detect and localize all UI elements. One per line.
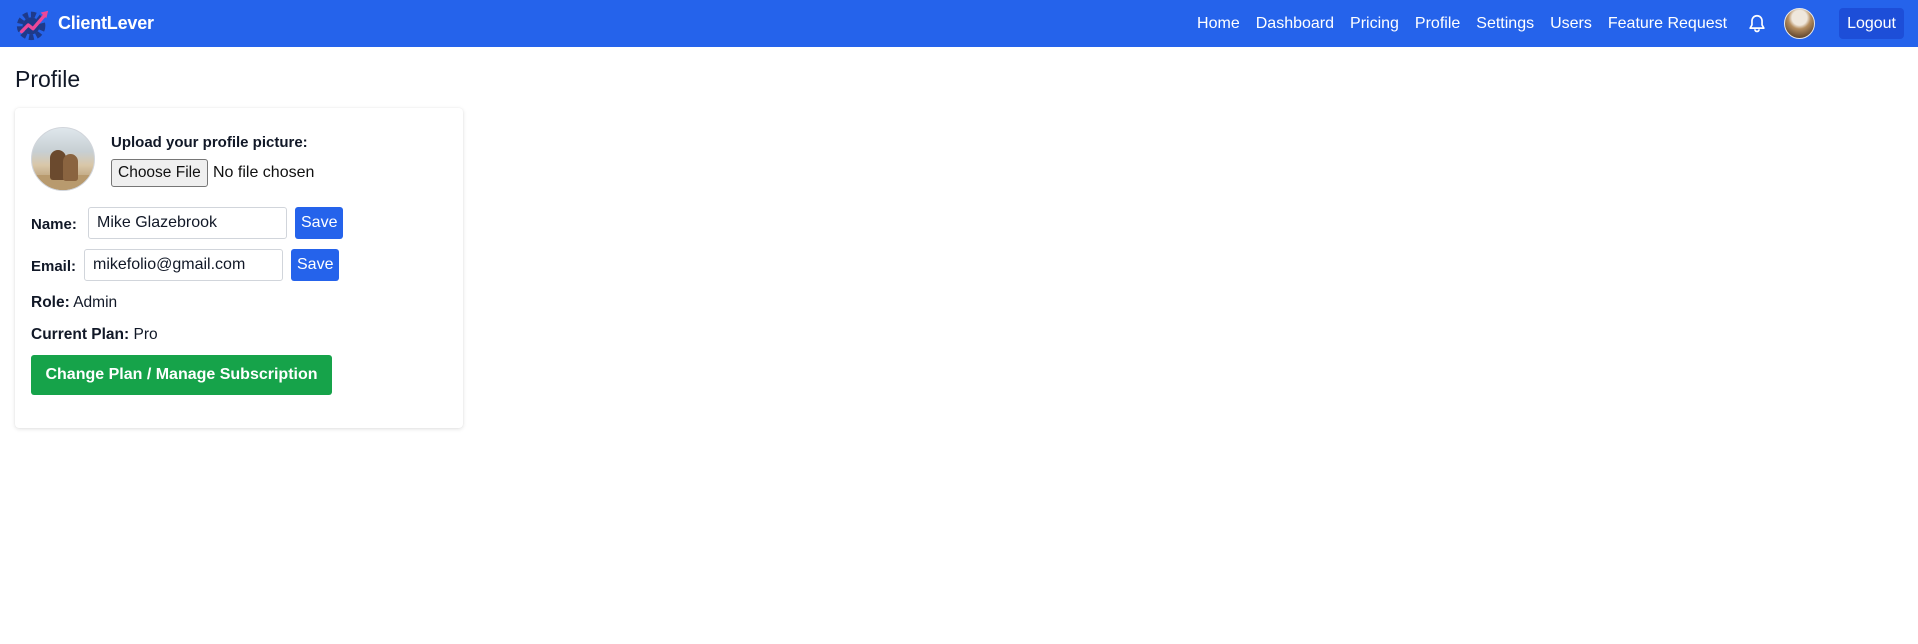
nav-link-dashboard[interactable]: Dashboard: [1256, 15, 1334, 33]
nav-link-pricing[interactable]: Pricing: [1350, 15, 1399, 33]
profile-card: Upload your profile picture: Choose File…: [15, 108, 463, 428]
save-name-button[interactable]: Save: [295, 207, 344, 239]
nav-link-home[interactable]: Home: [1197, 15, 1240, 33]
email-label: Email:: [31, 258, 77, 275]
profile-picture-figure: [63, 154, 78, 181]
email-input[interactable]: [84, 249, 283, 281]
nav-link-feature-request[interactable]: Feature Request: [1608, 15, 1727, 33]
choose-file-button[interactable]: Choose File: [111, 159, 208, 187]
file-status: No file chosen: [213, 164, 315, 181]
nav-link-profile[interactable]: Profile: [1415, 15, 1460, 33]
top-navbar: ClientLever Home Dashboard Pricing Profi…: [0, 0, 1918, 47]
role-value: Admin: [73, 294, 118, 311]
logout-button[interactable]: Logout: [1839, 8, 1904, 39]
plan-value: Pro: [133, 326, 158, 343]
bell-icon[interactable]: [1746, 13, 1768, 35]
page-title: Profile: [15, 66, 81, 92]
nav-link-settings[interactable]: Settings: [1476, 15, 1534, 33]
user-avatar[interactable]: [1784, 8, 1816, 39]
save-email-button[interactable]: Save: [291, 249, 340, 281]
name-label: Name:: [31, 216, 77, 233]
role-line: Role: Admin: [31, 294, 117, 312]
nav-link-users[interactable]: Users: [1550, 15, 1592, 33]
plan-label: Current Plan:: [31, 326, 130, 343]
upload-label: Upload your profile picture:: [111, 134, 308, 151]
gear-chart-logo-icon: [16, 10, 49, 40]
nav-links: Home Dashboard Pricing Profile Settings …: [1197, 0, 1918, 47]
name-input[interactable]: [88, 207, 287, 239]
plan-line: Current Plan: Pro: [31, 326, 158, 344]
app-name: ClientLever: [58, 13, 154, 33]
change-plan-button[interactable]: Change Plan / Manage Subscription: [31, 355, 332, 395]
brand[interactable]: ClientLever: [14, 5, 154, 43]
profile-picture: [31, 127, 95, 191]
role-label: Role:: [31, 294, 70, 311]
